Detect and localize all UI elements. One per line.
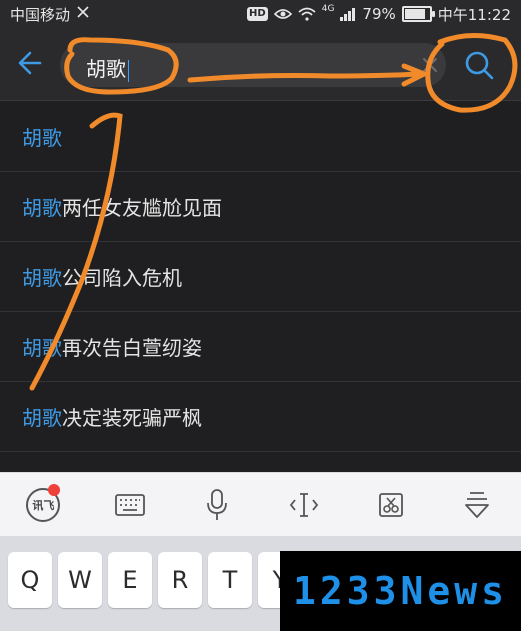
close-icon	[423, 58, 437, 72]
suggestion-highlight: 胡歌	[22, 196, 62, 220]
suggestion-item[interactable]: 胡歌	[0, 102, 521, 172]
back-button[interactable]	[16, 50, 42, 76]
keyboard-icon	[115, 494, 146, 516]
watermark: 1233News	[280, 551, 521, 631]
key-e[interactable]: E	[108, 552, 152, 608]
key-q[interactable]: Q	[8, 552, 52, 608]
signal-icon	[340, 7, 356, 21]
battery-percent: 79%	[362, 5, 396, 23]
cursor-move-icon	[289, 493, 318, 517]
clear-search-button[interactable]	[420, 55, 440, 75]
hd-badge: HD	[247, 7, 268, 21]
collapse-keyboard-icon	[465, 492, 490, 518]
iflytek-button[interactable]: 讯飞	[0, 484, 87, 522]
suggestion-highlight: 胡歌	[22, 406, 62, 430]
notification-dot	[48, 484, 60, 496]
suggestion-text: 再次告白萱纫姿	[62, 336, 202, 360]
clipboard-button[interactable]	[347, 491, 434, 519]
keyboard-toolbar: 讯飞	[0, 472, 521, 537]
suggestion-text: 决定装死骗严枫	[62, 406, 202, 430]
eye-icon	[273, 7, 292, 21]
search-icon	[465, 51, 494, 80]
back-arrow-icon	[18, 51, 42, 75]
network-type: 4G	[321, 3, 335, 14]
watermark-text: 1233News	[292, 569, 509, 613]
suggestion-item[interactable]: 胡歌 两任女友尴尬见面	[0, 172, 521, 242]
cursor-move-button[interactable]	[260, 492, 347, 518]
voice-input-button[interactable]	[174, 489, 261, 521]
status-right: HD 4G 79% 中午11:22	[247, 4, 511, 25]
text-caret	[128, 59, 129, 82]
suggestion-item[interactable]: 胡歌 公司陷入危机	[0, 242, 521, 312]
carrier-name: 中国移动	[10, 5, 71, 24]
wifi-icon	[298, 7, 316, 21]
keyboard-switch-button[interactable]	[87, 494, 174, 516]
battery-icon	[401, 6, 435, 22]
hide-keyboard-button[interactable]	[434, 490, 521, 520]
clipboard-icon	[378, 493, 403, 517]
key-w[interactable]: W	[58, 552, 102, 608]
clock: 中午11:22	[437, 5, 511, 24]
status-bar: 中国移动 HD 4G 79% 中午11:22	[0, 0, 521, 28]
suggestion-list: 胡歌 胡歌 两任女友尴尬见面 胡歌 公司陷入危机 胡歌 再次告白萱纫姿 胡歌 决定装死骗…	[0, 102, 521, 452]
key-t[interactable]: T	[208, 552, 252, 608]
suggestion-item[interactable]: 胡歌 决定装死骗严枫	[0, 382, 521, 452]
search-input-value: 胡歌	[86, 53, 129, 82]
search-header: 胡歌	[0, 28, 521, 101]
suggestion-highlight: 胡歌	[22, 126, 62, 150]
key-r[interactable]: R	[158, 552, 202, 608]
suggestion-highlight: 胡歌	[22, 336, 62, 360]
suggestion-text: 公司陷入危机	[62, 266, 182, 290]
status-left: 中国移动	[10, 4, 90, 25]
suggestion-item[interactable]: 胡歌 再次告白萱纫姿	[0, 312, 521, 382]
suggestion-highlight: 胡歌	[22, 266, 62, 290]
hd-voice-icon	[76, 5, 90, 23]
search-input[interactable]: 胡歌	[60, 43, 446, 87]
suggestion-text: 两任女友尴尬见面	[62, 196, 222, 220]
microphone-icon	[207, 489, 227, 520]
search-button[interactable]	[462, 48, 496, 82]
